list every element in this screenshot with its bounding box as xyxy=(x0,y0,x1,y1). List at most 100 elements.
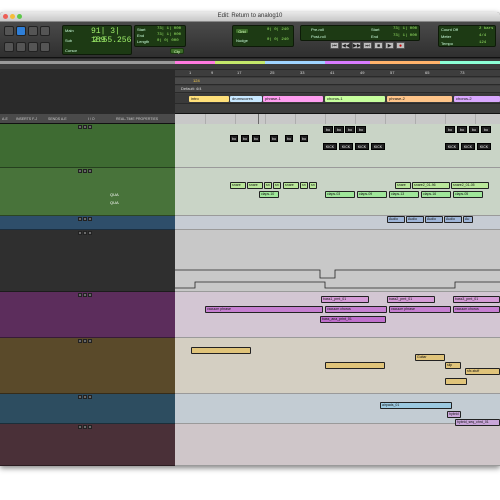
hybrid-clip[interactable]: hybrid xyxy=(447,411,461,418)
clip[interactable]: bo xyxy=(469,126,479,133)
pad-clip[interactable]: airpads_01 xyxy=(380,402,452,409)
clip[interactable]: bo xyxy=(445,126,455,133)
meter-display[interactable]: Count Off 2 bars Meter 4/4 Tempo 124 xyxy=(438,25,496,47)
rewind-icon[interactable]: ◀◀ xyxy=(341,42,350,49)
scrubber-tool-icon[interactable] xyxy=(16,42,26,52)
tempo-ruler[interactable]: 124 xyxy=(175,78,500,85)
vacuum-clip[interactable]: vacuum chorus xyxy=(453,306,500,313)
mute-button[interactable] xyxy=(88,217,92,221)
fast-forward-icon[interactable]: ▶▶ xyxy=(352,42,361,49)
snare-clip[interactable]: snare xyxy=(247,182,263,189)
snare-clip[interactable]: sn xyxy=(264,182,272,189)
bars-ruler[interactable]: 1 9 17 25 33 41 49 57 65 73 xyxy=(175,70,500,77)
track-kick[interactable] xyxy=(0,124,175,168)
clip[interactable]: bo xyxy=(345,126,355,133)
kick-clip[interactable]: KICK xyxy=(339,143,353,150)
selection-display[interactable]: Start 73| 1| 000 End 73| 1| 000 Length 0… xyxy=(134,25,186,47)
claps-clip[interactable]: claps-09 xyxy=(357,191,387,198)
selector-tool-icon[interactable] xyxy=(16,26,26,36)
grabber-tool-icon[interactable] xyxy=(28,26,38,36)
solo-button[interactable] xyxy=(83,217,87,221)
audio-clip[interactable]: Audio xyxy=(444,216,462,223)
grid-label[interactable]: Grid xyxy=(235,28,249,34)
go-to-end-icon[interactable]: ⏭ xyxy=(363,42,372,49)
guitar-clip[interactable]: slip xyxy=(445,362,461,369)
grid-nudge-display[interactable]: Grid 0| 0| 240 Nudge 0| 0| 240 xyxy=(232,25,294,47)
cue-button[interactable]: Cty xyxy=(170,48,184,54)
claps-clip[interactable]: claps-13 xyxy=(389,191,419,198)
kick-clip[interactable]: KICK xyxy=(445,143,459,150)
zoom-tool-icon[interactable] xyxy=(4,26,14,36)
audio-clip[interactable]: Audio xyxy=(406,216,424,223)
marker-intro[interactable]: intro xyxy=(189,96,229,102)
clip[interactable]: bo xyxy=(300,135,308,142)
guitar-clip[interactable] xyxy=(445,378,467,385)
snare-clip[interactable]: snare xyxy=(283,182,299,189)
play-icon[interactable]: ▶ xyxy=(385,42,394,49)
mute-button[interactable] xyxy=(88,231,92,235)
markers-ruler[interactable]: intro drumscores phrase-1 chorus-1 phras… xyxy=(175,94,500,104)
claps-clip[interactable]: claps-16 xyxy=(421,191,451,198)
mute-button[interactable] xyxy=(88,125,92,129)
edit-window-timeline[interactable]: bo bo bo bo bo bo bo bo bo bo bo bo bo b… xyxy=(175,114,500,466)
bass-clip[interactable]: bass2_prnt_01 xyxy=(387,296,435,303)
track-snare[interactable]: QUA QUA xyxy=(0,168,175,216)
main-counter[interactable]: Main 91| 3| 189 Sub 2:55.256 Cursor xyxy=(62,25,132,55)
track-master[interactable] xyxy=(0,424,175,466)
clip[interactable]: bo xyxy=(334,126,344,133)
smart-tool-icon[interactable] xyxy=(28,42,38,52)
snare-clip[interactable]: snare xyxy=(395,182,411,189)
record-enable-button[interactable] xyxy=(78,125,82,129)
snare-clip[interactable]: sn xyxy=(309,182,317,189)
vacuum-clip[interactable]: vacuum chorus xyxy=(325,306,387,313)
snare-clip[interactable]: snare2_01-96 xyxy=(412,182,450,189)
track-vacuum[interactable] xyxy=(0,292,175,338)
clip[interactable]: bo xyxy=(241,135,249,142)
clip[interactable]: bo xyxy=(285,135,293,142)
record-enable-button[interactable] xyxy=(78,339,82,343)
mute-button[interactable] xyxy=(88,293,92,297)
claps-clip[interactable]: claps-03 xyxy=(325,191,355,198)
mute-button[interactable] xyxy=(88,395,92,399)
record-enable-button[interactable] xyxy=(78,395,82,399)
clip[interactable]: bo xyxy=(356,126,366,133)
audio-clip[interactable]: Audio xyxy=(425,216,443,223)
solo-button[interactable] xyxy=(83,231,87,235)
solo-button[interactable] xyxy=(83,125,87,129)
marker-phrase-1[interactable]: phrase-1 xyxy=(263,96,323,102)
automation-lane[interactable] xyxy=(175,230,500,292)
kick-clip[interactable]: KICK xyxy=(323,143,337,150)
solo-button[interactable] xyxy=(83,339,87,343)
audio-clip[interactable]: Au xyxy=(463,216,473,223)
mute-button[interactable] xyxy=(88,169,92,173)
guitar-clip[interactable]: Guitar xyxy=(415,354,445,361)
solo-button[interactable] xyxy=(83,293,87,297)
vacuum-clip[interactable]: vacuum phrase xyxy=(389,306,451,313)
clip[interactable]: bo xyxy=(481,126,491,133)
record-enable-button[interactable] xyxy=(78,217,82,221)
guitar-clip[interactable]: sfx-stuff xyxy=(465,368,500,375)
track-pads[interactable] xyxy=(0,394,175,424)
grid-mode-icon[interactable] xyxy=(40,42,50,52)
vacuum-clip[interactable]: vacuum phrase xyxy=(205,306,323,313)
bass-print-clip[interactable]: bass_ana_print_01 xyxy=(320,316,386,323)
clip[interactable]: bo xyxy=(270,135,278,142)
solo-button[interactable] xyxy=(83,169,87,173)
transport-display[interactable]: Pre-roll Post-roll Start 73| 1| 000 End … xyxy=(300,25,420,41)
meter-ruler[interactable]: Default: 4/4 xyxy=(175,86,500,93)
marker-chorus-1[interactable]: chorus-1 xyxy=(325,96,385,102)
snare-clip[interactable]: sn xyxy=(300,182,308,189)
track-audio[interactable] xyxy=(0,216,175,230)
snare-clip[interactable]: sn xyxy=(273,182,281,189)
meter-marker[interactable]: Default: 4/4 xyxy=(181,86,201,91)
guitar-clip[interactable] xyxy=(191,347,251,354)
bass-clip[interactable]: bass1_prnt_01 xyxy=(321,296,369,303)
record-enable-button[interactable] xyxy=(78,425,82,429)
claps-clip[interactable]: claps-05 xyxy=(453,191,483,198)
kick-clip[interactable]: KICK xyxy=(355,143,369,150)
record-enable-button[interactable] xyxy=(78,231,82,235)
kick-clip[interactable]: KICK xyxy=(461,143,475,150)
universe-overview[interactable] xyxy=(0,59,500,69)
audio-clip[interactable]: Audio xyxy=(387,216,405,223)
claps-clip[interactable]: claps-10 xyxy=(259,191,279,198)
